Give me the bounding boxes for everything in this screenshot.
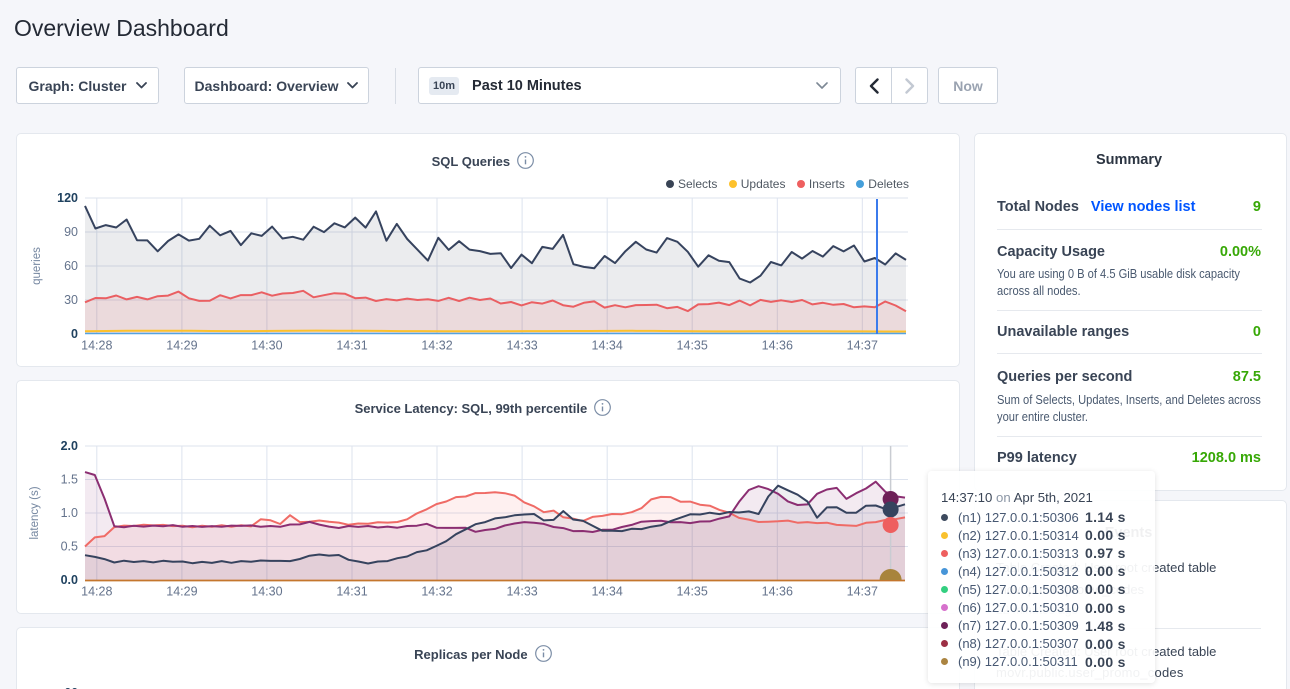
svg-text:14:28: 14:28 — [81, 339, 112, 353]
svg-text:14:37: 14:37 — [847, 339, 878, 353]
svg-text:120: 120 — [57, 191, 78, 205]
svg-text:14:34: 14:34 — [592, 339, 623, 353]
svg-text:14:36: 14:36 — [762, 339, 793, 353]
svg-text:1.0: 1.0 — [61, 506, 78, 520]
svg-text:14:29: 14:29 — [166, 339, 197, 353]
svg-text:14:33: 14:33 — [506, 339, 537, 353]
svg-text:latency (s): latency (s) — [29, 486, 41, 539]
svg-text:14:32: 14:32 — [421, 339, 452, 353]
svg-text:queries: queries — [31, 247, 43, 285]
svg-text:14:34: 14:34 — [592, 585, 623, 599]
svg-text:2.0: 2.0 — [61, 439, 78, 453]
svg-text:0: 0 — [71, 327, 78, 341]
svg-text:14:29: 14:29 — [166, 585, 197, 599]
svg-text:14:37: 14:37 — [847, 585, 878, 599]
svg-text:14:31: 14:31 — [336, 339, 367, 353]
svg-text:14:32: 14:32 — [421, 585, 452, 599]
svg-text:0.5: 0.5 — [61, 540, 78, 554]
svg-text:14:30: 14:30 — [251, 585, 282, 599]
svg-text:30: 30 — [64, 293, 78, 307]
svg-text:14:31: 14:31 — [336, 585, 367, 599]
svg-text:14:28: 14:28 — [81, 585, 112, 599]
svg-text:14:35: 14:35 — [677, 339, 708, 353]
svg-text:14:33: 14:33 — [506, 585, 537, 599]
svg-text:60: 60 — [64, 259, 78, 273]
svg-text:1.5: 1.5 — [61, 473, 78, 487]
svg-text:14:36: 14:36 — [762, 585, 793, 599]
svg-text:90: 90 — [64, 225, 78, 239]
svg-text:14:35: 14:35 — [677, 585, 708, 599]
svg-text:0.0: 0.0 — [61, 573, 78, 587]
svg-text:14:30: 14:30 — [251, 339, 282, 353]
